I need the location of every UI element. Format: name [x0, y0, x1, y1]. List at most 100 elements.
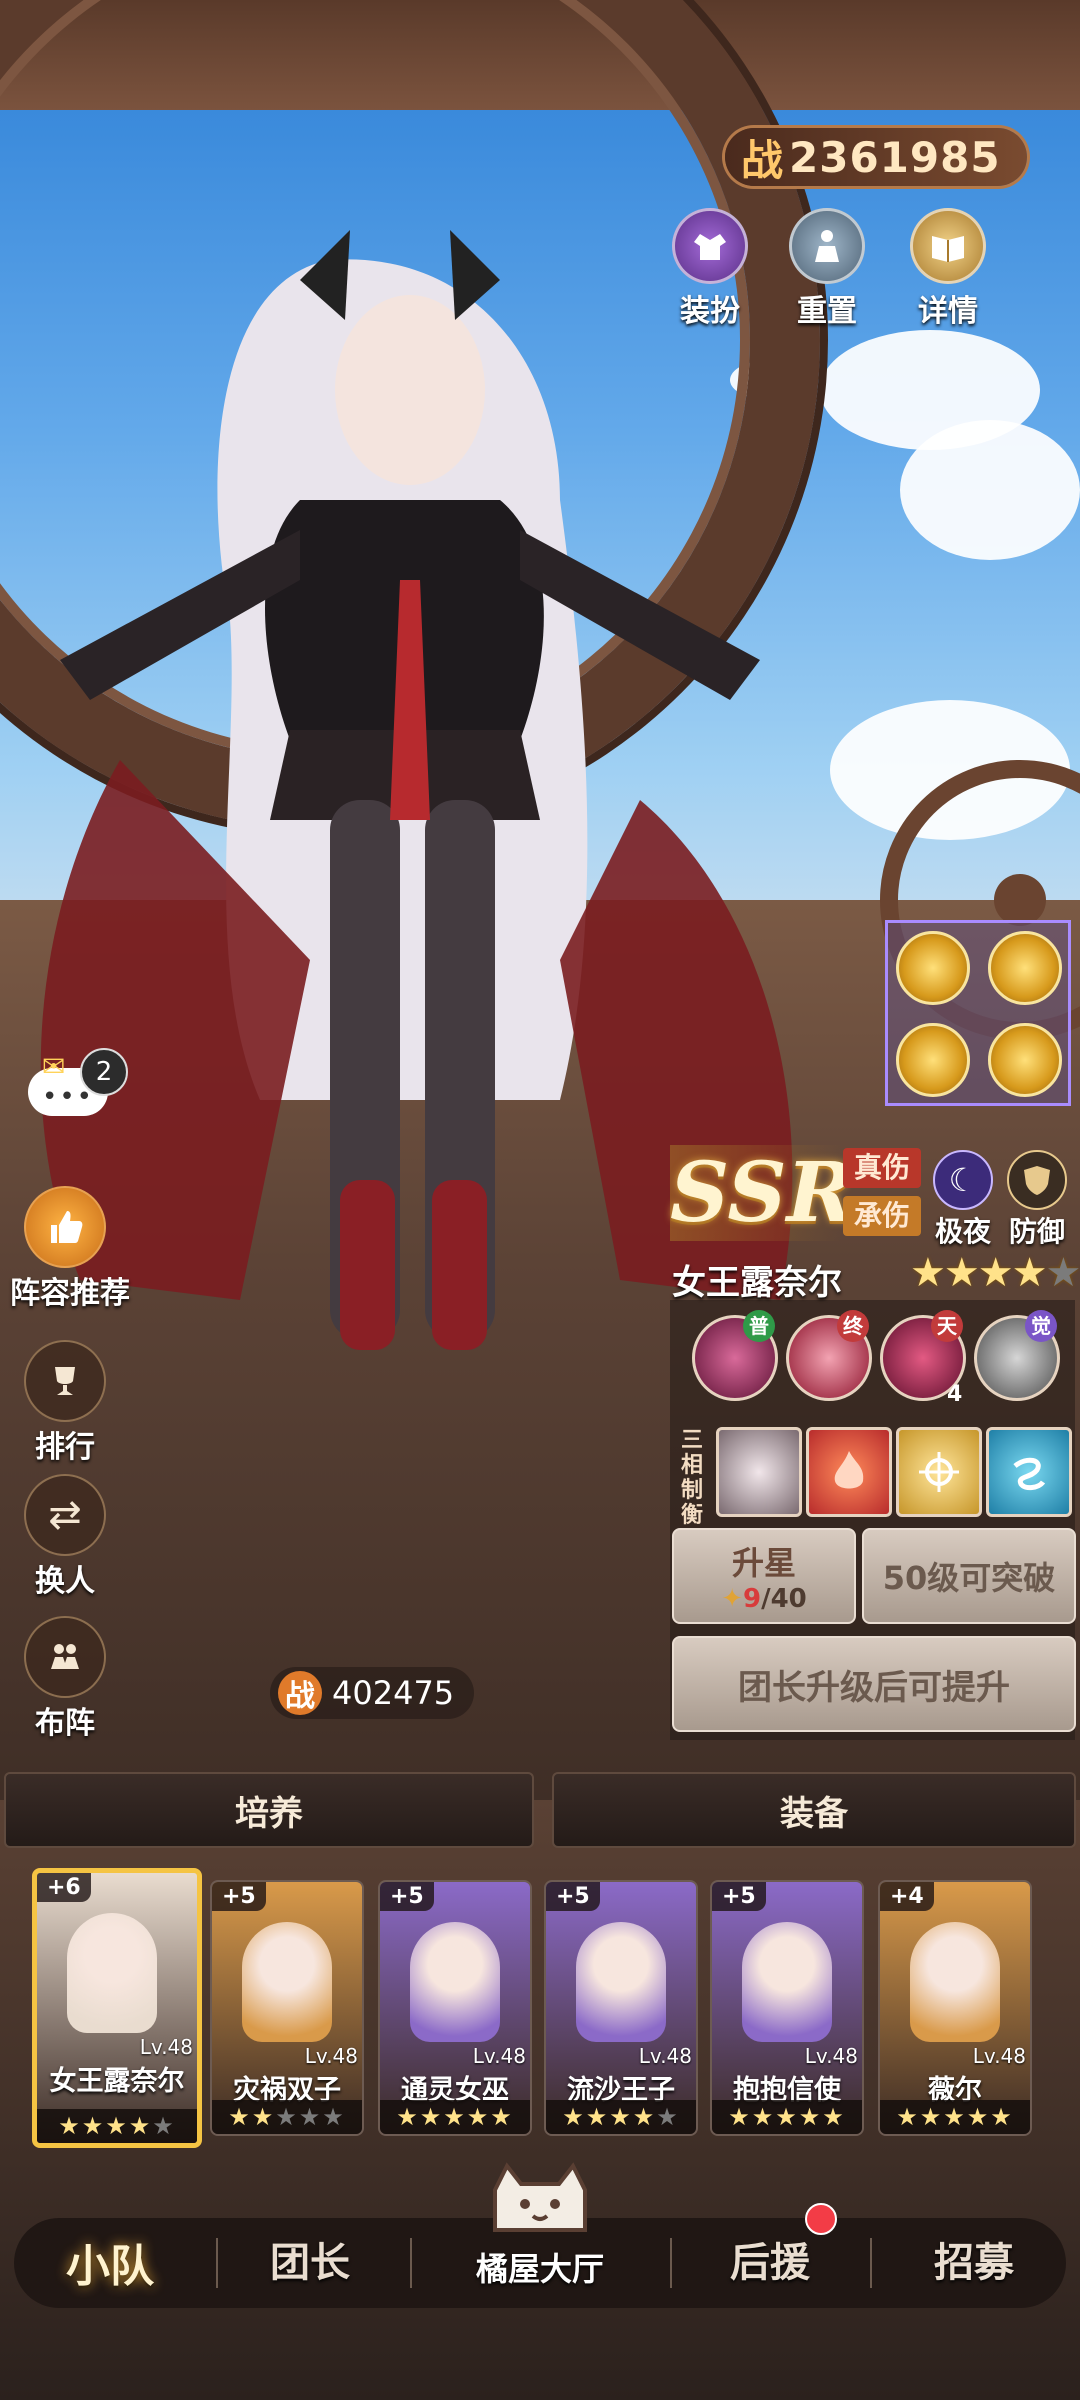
breakthrough-button[interactable]: 50级可突破 — [862, 1528, 1076, 1624]
nav-divider — [216, 2238, 218, 2288]
skill-tag: 普 — [743, 1310, 775, 1342]
hero-stars: ★★★★★ — [380, 2100, 530, 2134]
relic-slot-grid[interactable] — [885, 920, 1071, 1106]
tag-tank: 承伤 — [843, 1196, 921, 1236]
hero-name: 女王露奈尔 — [672, 1263, 842, 1303]
trophy-icon — [24, 1340, 106, 1422]
tab-equipment[interactable]: 装备 — [552, 1772, 1076, 1848]
star-up-current: 9 — [743, 1584, 762, 1614]
power-glyph: 战 — [741, 135, 784, 185]
roster-card[interactable]: +6 Lv.48 女王露奈尔 ★★★★★ — [32, 1868, 202, 2148]
chat-unread-badge: 2 — [80, 1048, 128, 1096]
nav-divider — [670, 2238, 672, 2288]
reset-label: 重置 — [797, 294, 857, 329]
tab-training[interactable]: 培养 — [4, 1772, 534, 1848]
power-glyph: 战 — [278, 1671, 322, 1715]
lineup-recommend-button[interactable]: 阵容推荐 — [10, 1186, 130, 1312]
enhance-level: +5 — [712, 1882, 766, 1911]
lineup-recommend-label: 阵容推荐 — [10, 1276, 130, 1311]
enhance-level: +5 — [380, 1882, 434, 1911]
relic-slot[interactable] — [988, 1023, 1062, 1097]
relic-slot[interactable] — [988, 931, 1062, 1005]
shield-icon — [1007, 1150, 1067, 1210]
formation-button[interactable]: 布阵 — [10, 1616, 120, 1742]
thumbs-up-icon — [24, 1186, 106, 1268]
roster-card[interactable]: +5 Lv.48 流沙王子 ★★★★★ — [544, 1880, 698, 2136]
hero-mini-avatar[interactable] — [716, 1427, 802, 1517]
roster-card[interactable]: +5 Lv.48 抱抱信使 ★★★★★ — [710, 1880, 864, 2136]
star-up-total: /40 — [761, 1584, 807, 1614]
hero-stars: ★★★★★ — [37, 2109, 197, 2143]
hero-portrait — [410, 1922, 500, 2042]
skill-level: 4 — [947, 1382, 963, 1407]
formation-icon — [24, 1616, 106, 1698]
tag-true-damage: 真伤 — [843, 1148, 921, 1188]
hero-level: Lv.48 — [972, 2044, 1026, 2068]
relic-slot[interactable] — [896, 931, 970, 1005]
attribute-label: 防御 — [1008, 1215, 1065, 1248]
skill-tag: 天 — [931, 1310, 963, 1342]
notification-dot — [805, 2203, 837, 2235]
outfit-button[interactable]: 装扮 — [664, 208, 756, 330]
relic-slot[interactable] — [896, 1023, 970, 1097]
enhance-level: +5 — [212, 1882, 266, 1911]
nav-divider — [410, 2238, 412, 2288]
three-phase-label: 三相制衡 — [680, 1428, 703, 1528]
nav-leader[interactable]: 团长 — [270, 2230, 350, 2288]
enhance-level: +4 — [880, 1882, 934, 1911]
skill-tag: 觉 — [1025, 1310, 1057, 1342]
details-label: 详情 — [918, 294, 978, 329]
upgrade-button[interactable]: 团长升级后可提升 — [672, 1636, 1076, 1732]
ranking-label: 排行 — [35, 1430, 95, 1465]
cat-house-icon — [493, 2162, 587, 2232]
fire-element-icon[interactable] — [806, 1427, 892, 1517]
formation-label: 布阵 — [35, 1706, 95, 1741]
puzzle-icon: ✦ — [721, 1584, 743, 1614]
swap-member-label: 换人 — [35, 1564, 95, 1599]
outfit-label: 装扮 — [680, 294, 740, 329]
nav-support[interactable]: 后援 — [730, 2230, 810, 2288]
nav-squad[interactable]: 小队 — [66, 2230, 154, 2294]
hero-portrait — [910, 1922, 1000, 2042]
hero-level: Lv.48 — [472, 2044, 526, 2068]
reset-button[interactable]: 重置 — [781, 208, 873, 330]
light-element-icon[interactable] — [896, 1427, 982, 1517]
reset-icon — [789, 208, 865, 284]
roster-card[interactable]: +5 Lv.48 通灵女巫 ★★★★★ — [378, 1880, 532, 2136]
rarity-label: SSR — [670, 1145, 855, 1241]
hero-power-badge: 战 402475 — [270, 1667, 475, 1719]
swap-member-button[interactable]: ⇄ 换人 — [10, 1474, 120, 1600]
mail-icon: ✉ — [42, 1050, 66, 1083]
swap-icon: ⇄ — [24, 1474, 106, 1556]
team-power-badge: 战 2361985 — [725, 128, 1027, 186]
moon-icon: ☾ — [933, 1150, 993, 1210]
roster-card[interactable]: +4 Lv.48 薇尔 ★★★★★ — [878, 1880, 1032, 2136]
enhance-level: +5 — [546, 1882, 600, 1911]
star-up-label: 升星 — [731, 1544, 796, 1582]
hero-portrait — [67, 1913, 157, 2033]
hero-level: Lv.48 — [638, 2044, 692, 2068]
nav-lobby-label: 橘屋大厅 — [475, 2250, 604, 2288]
wind-element-icon[interactable] — [986, 1427, 1072, 1517]
hero-name: 女王露奈尔 — [49, 2066, 185, 2097]
hero-level: Lv.48 — [139, 2035, 193, 2059]
roster-card[interactable]: +5 Lv.48 灾祸双子 ★★★★★ — [210, 1880, 364, 2136]
nav-recruit[interactable]: 招募 — [934, 2230, 1014, 2288]
ranking-button[interactable]: 排行 — [10, 1340, 120, 1466]
nav-lobby[interactable]: 橘屋大厅 — [460, 2160, 620, 2290]
hero-portrait — [576, 1922, 666, 2042]
hero-stars: ★★★★★ — [546, 2100, 696, 2134]
power-value: 2361985 — [789, 132, 1001, 182]
star-up-progress: ✦9/40 — [721, 1584, 807, 1614]
details-book-icon — [910, 208, 986, 284]
details-button[interactable]: 详情 — [902, 208, 994, 330]
outfit-icon — [672, 208, 748, 284]
cloud — [900, 420, 1080, 560]
hero-stars: ★★★★★ — [212, 2100, 362, 2134]
game-screen: { "header": { "power_glyph": "战", "power… — [0, 0, 1080, 2400]
skill-tag: 终 — [837, 1310, 869, 1342]
hero-portrait — [242, 1922, 332, 2042]
attribute-defense[interactable]: 防御 — [992, 1150, 1080, 1250]
hero-level: Lv.48 — [304, 2044, 358, 2068]
star-up-button[interactable]: 升星 ✦9/40 — [672, 1528, 856, 1624]
